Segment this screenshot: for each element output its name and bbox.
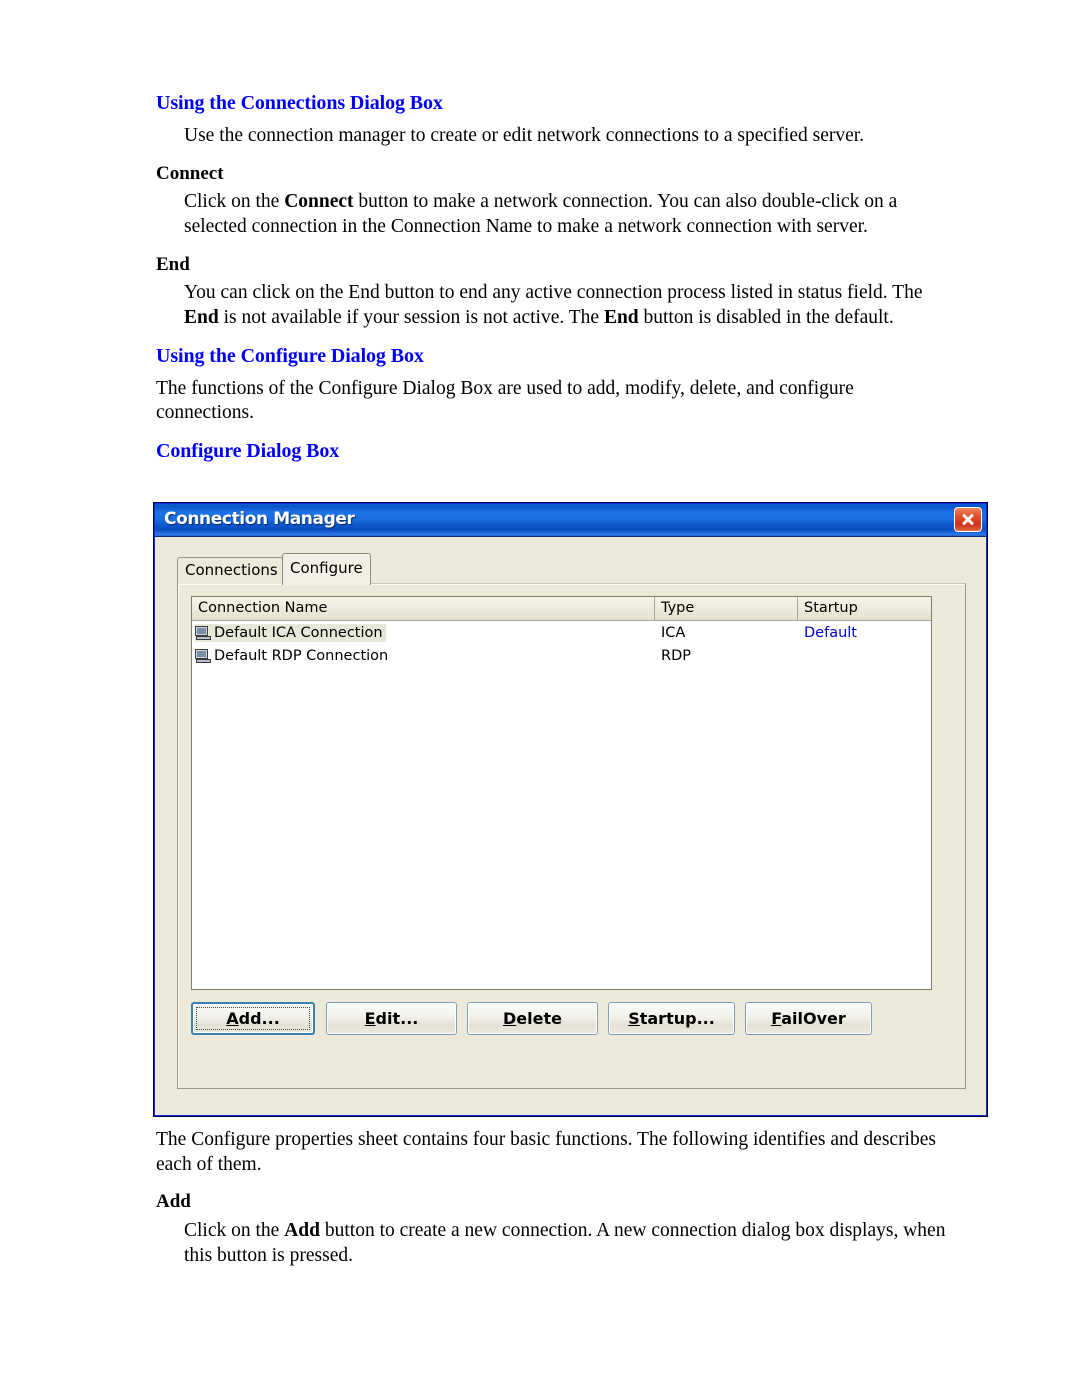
add-bold-word: Add	[284, 1219, 320, 1241]
tab-connections[interactable]: Connections	[177, 557, 286, 584]
delete-button-accel: D	[503, 1009, 517, 1028]
failover-button-label: ailOver	[781, 1009, 846, 1028]
tab-connections-label: Connections	[185, 561, 278, 579]
startup-button-label: tartup...	[639, 1009, 715, 1028]
tab-configure-label: Configure	[290, 559, 363, 577]
add-button-accel: A	[226, 1009, 239, 1028]
document-text-column: Using the Connections Dialog Box Use the…	[156, 92, 946, 472]
connect-text-part-1: Click on the	[184, 191, 285, 213]
add-button[interactable]: Add...	[191, 1002, 315, 1035]
edit-button-accel: E	[364, 1009, 376, 1028]
paragraph-add-description: Click on the Add button to create a new …	[184, 1219, 946, 1268]
heading-configure-dialog-box-figure: Configure Dialog Box	[156, 439, 340, 462]
dialog-button-row: Add... Edit... Delete Startup... FailOve…	[191, 1002, 932, 1038]
heading-using-configure-dialog-box: Using the Configure Dialog Box	[156, 344, 424, 367]
end-text-part-1: You can click on the End button to end a…	[184, 282, 923, 304]
table-row[interactable]: Default ICA Connection ICA Default	[192, 621, 931, 644]
end-text-part-2: is not available if your session is not …	[218, 306, 604, 328]
failover-button[interactable]: FailOver	[745, 1002, 872, 1035]
column-header-type[interactable]: Type	[655, 597, 798, 620]
end-text-part-3: button is disabled in the default.	[638, 306, 894, 328]
table-row[interactable]: Default RDP Connection RDP	[192, 644, 931, 667]
paragraph-configure-properties: The Configure properties sheet contains …	[156, 1129, 936, 1175]
listview-header-row: Connection Name Type Startup	[192, 597, 931, 621]
startup-button-accel: S	[628, 1009, 640, 1028]
connect-bold-word: Connect	[284, 191, 354, 213]
failover-button-accel: F	[771, 1009, 782, 1028]
column-header-connection-name[interactable]: Connection Name	[192, 597, 655, 620]
cell-connection-name: Default ICA Connection	[192, 621, 655, 644]
paragraph-end-description: You can click on the End button to end a…	[184, 281, 946, 330]
add-button-label: dd...	[238, 1009, 280, 1028]
subheading-connect: Connect	[156, 162, 224, 184]
computer-icon	[195, 625, 211, 640]
startup-button[interactable]: Startup...	[608, 1002, 735, 1035]
paragraph-connect-description: Click on the Connect button to make a ne…	[184, 190, 946, 239]
tab-configure[interactable]: Configure	[282, 553, 371, 585]
end-bold-word-1: End	[184, 306, 219, 328]
tabstrip: Connections Configure	[177, 553, 957, 585]
document-text-column-after-figure: The Configure properties sheet contains …	[156, 1128, 946, 1282]
connection-name-wrapper: Default RDP Connection	[195, 647, 391, 665]
paragraph-configure-functions: The functions of the Configure Dialog Bo…	[156, 377, 854, 424]
dialog-title: Connection Manager	[164, 509, 355, 529]
delete-button-label: elete	[516, 1009, 562, 1028]
connection-name-text: Default ICA Connection	[214, 624, 383, 641]
connection-name-text: Default RDP Connection	[214, 647, 389, 664]
cell-type: RDP	[661, 647, 691, 664]
connection-manager-dialog: Connection Manager Connections Configure…	[154, 503, 987, 1116]
cell-startup	[798, 644, 931, 667]
dialog-titlebar[interactable]: Connection Manager	[155, 504, 986, 537]
heading-using-connections-dialog-box: Using the Connections Dialog Box	[156, 92, 443, 114]
dialog-body: Connections Configure Connection Name Ty…	[155, 537, 986, 1115]
edit-button[interactable]: Edit...	[326, 1002, 457, 1035]
connection-name-selected-wrapper: Default ICA Connection	[195, 623, 386, 642]
cell-type: ICA	[661, 624, 686, 641]
close-icon[interactable]	[954, 507, 982, 532]
edit-button-label: dit...	[375, 1009, 419, 1028]
end-bold-word-2: End	[603, 306, 639, 328]
computer-icon	[195, 648, 211, 663]
add-text-part-1: Click on the	[184, 1219, 285, 1241]
subheading-end: End	[156, 253, 190, 275]
paragraph-connections-intro: Use the connection manager to create or …	[184, 125, 865, 146]
cell-startup: Default	[804, 624, 857, 641]
column-header-startup[interactable]: Startup	[798, 597, 931, 620]
cell-connection-name: Default RDP Connection	[192, 644, 655, 667]
connections-listview[interactable]: Connection Name Type Startup Default ICA…	[191, 596, 932, 990]
delete-button[interactable]: Delete	[467, 1002, 598, 1035]
document-page: Using the Connections Dialog Box Use the…	[0, 0, 1080, 1397]
subheading-add: Add	[156, 1191, 191, 1213]
configure-tab-panel: Connection Name Type Startup Default ICA…	[177, 583, 966, 1089]
